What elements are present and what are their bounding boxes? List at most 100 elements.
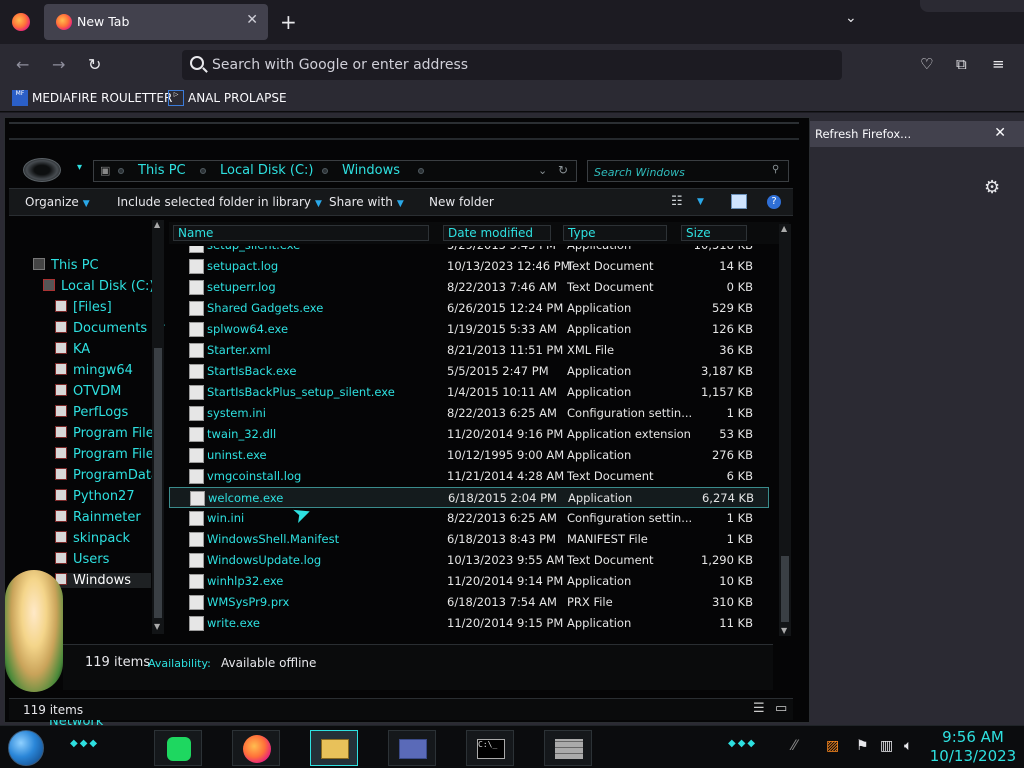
scroll-up-icon[interactable]: ▲ (154, 220, 160, 229)
file-row[interactable]: WindowsUpdate.log 10/13/2023 9:55 AM Text … (169, 550, 769, 571)
file-row[interactable]: write.exe 11/20/2014 9:15 PM Application 11… (169, 613, 769, 634)
start-orb-icon[interactable] (8, 730, 44, 766)
url-bar[interactable] (182, 50, 842, 80)
breadcrumb-separator-icon[interactable] (200, 168, 206, 174)
firefox-logo-icon[interactable] (12, 13, 30, 31)
column-header-type[interactable]: Type (563, 225, 667, 241)
extensions-icon[interactable]: ⧉ (956, 55, 967, 73)
tree-folder-item[interactable]: OTVDM (55, 384, 121, 399)
file-row[interactable]: system.ini 8/22/2013 6:25 AM Configuration… (169, 403, 769, 424)
breadcrumb-separator-icon[interactable] (322, 168, 328, 174)
gear-icon[interactable]: ⚙ (984, 177, 1000, 198)
file-row[interactable]: StartIsBack.exe 5/5/2015 2:47 PM Applicati… (169, 361, 769, 382)
taskbar-clock[interactable]: 9:56 AM 10/13/2023 (928, 728, 1018, 766)
scrollbar-thumb[interactable] (781, 556, 789, 622)
file-row[interactable]: uninst.exe 10/12/1995 9:00 AM Application 2… (169, 445, 769, 466)
back-arrow-icon[interactable]: ← (16, 55, 29, 74)
file-row[interactable]: StartIsBackPlus_setup_silent.exe 1/4/2015… (169, 382, 769, 403)
share-with-button[interactable]: Share with ▼ (329, 195, 404, 209)
taskbar-app-button[interactable] (388, 730, 436, 766)
file-list-scrollbar[interactable]: ▲ ▼ (779, 224, 791, 636)
refresh-firefox-notification[interactable]: Refresh Firefox... ✕ (806, 121, 1024, 147)
preview-pane-icon[interactable] (731, 194, 747, 209)
chevron-down-icon[interactable]: ▼ (697, 197, 704, 207)
tree-local-disk[interactable]: Local Disk (C:) (43, 279, 154, 294)
details-view-icon[interactable]: ☰ (753, 701, 765, 716)
file-row[interactable]: setupact.log 10/13/2023 12:46 PM Text Docu… (169, 256, 769, 277)
dropdown-arrow-icon[interactable]: ▾ (77, 162, 82, 173)
include-library-button[interactable]: Include selected folder in library ▼ (117, 195, 322, 209)
address-dropdown-icon[interactable]: ⌄ (538, 164, 547, 177)
breadcrumb-local-disk[interactable]: Local Disk (C:) (220, 163, 313, 178)
scrollbar-thumb[interactable] (154, 348, 162, 618)
breadcrumb-windows[interactable]: Windows (342, 163, 400, 178)
forward-arrow-icon[interactable]: → (52, 55, 65, 74)
view-options-icon[interactable]: ☷ (671, 194, 683, 209)
organize-button[interactable]: Organize ▼ (25, 195, 90, 209)
new-folder-button[interactable]: New folder (429, 195, 494, 209)
tree-folder-item[interactable]: ProgramData (55, 468, 159, 483)
tree-folder-item[interactable]: Users (55, 552, 109, 567)
refresh-icon[interactable]: ↻ (558, 163, 568, 177)
taskbar-spotify-button[interactable] (154, 730, 202, 766)
bookmark-mediafire[interactable]: MF MEDIAFIRE ROULETTER (12, 90, 172, 106)
large-icons-view-icon[interactable]: ▭ (775, 701, 787, 716)
file-row[interactable]: splwow64.exe 1/19/2015 5:33 AM Application… (169, 319, 769, 340)
tree-folder-item[interactable]: Python27 (55, 489, 135, 504)
breadcrumb-separator-icon[interactable] (418, 168, 424, 174)
file-row[interactable]: win.ini 8/22/2013 6:25 AM Configuration se… (169, 508, 769, 529)
scroll-down-icon[interactable]: ▼ (781, 626, 787, 635)
file-row[interactable]: WindowsShell.Manifest 6/18/2013 8:43 PM MA… (169, 529, 769, 550)
tray-expand-icon[interactable]: ⁄⁄ (792, 738, 797, 754)
tree-folder-item[interactable]: skinpack (55, 531, 130, 546)
back-forward-orb-icon[interactable] (23, 158, 61, 182)
pocket-icon[interactable]: ♡ (920, 55, 933, 73)
tree-folder-item[interactable]: Program Files (55, 426, 161, 441)
tray-app-icon[interactable]: ▨ (826, 738, 839, 754)
tree-folder-item[interactable]: Documents ar (55, 321, 165, 336)
breadcrumb-separator-icon[interactable] (118, 168, 124, 174)
nav-pane-scrollbar[interactable]: ▲ ▼ (152, 220, 164, 634)
file-row[interactable]: twain_32.dll 11/20/2014 9:16 PM Applicatio… (169, 424, 769, 445)
breadcrumb-this-pc[interactable]: This PC (138, 163, 186, 178)
taskbar-explorer-button[interactable] (310, 730, 358, 766)
taskbar-firefox-button[interactable] (232, 730, 280, 766)
column-header-size[interactable]: Size (681, 225, 747, 241)
tree-folder-item[interactable]: Rainmeter (55, 510, 141, 525)
tree-folder-item[interactable]: [Files] (55, 300, 112, 315)
taskbar-firewall-button[interactable] (544, 730, 592, 766)
action-center-flag-icon[interactable]: ⚑ (856, 738, 869, 754)
file-row[interactable]: Shared Gadgets.exe 6/26/2015 12:24 PM Appl… (169, 298, 769, 319)
help-icon[interactable]: ? (767, 195, 781, 209)
list-all-tabs-chevron-icon[interactable]: ⌄ (845, 10, 857, 26)
tree-folder-item[interactable]: PerfLogs (55, 405, 128, 420)
tree-folder-item[interactable]: KA (55, 342, 90, 357)
url-input[interactable] (212, 55, 812, 75)
file-row[interactable]: WMSysPr9.prx 6/18/2013 7:54 AM PRX File 310… (169, 592, 769, 613)
scroll-up-icon[interactable]: ▲ (781, 224, 787, 233)
file-row[interactable]: setup_silent.exe 5/29/2015 5:45 PM Applica… (169, 246, 769, 256)
file-row[interactable]: winhlp32.exe 11/20/2014 9:14 PM Applicatio… (169, 571, 769, 592)
tree-folder-item[interactable]: Windows (55, 573, 151, 588)
tree-folder-item[interactable]: Program Files (55, 447, 161, 462)
explorer-search-input[interactable] (594, 164, 774, 180)
column-header-name[interactable]: Name (173, 225, 429, 241)
reload-icon[interactable]: ↻ (88, 55, 101, 74)
tree-this-pc[interactable]: This PC (33, 258, 99, 273)
file-row[interactable]: setuperr.log 8/22/2013 7:46 AM Text Docume… (169, 277, 769, 298)
column-header-date[interactable]: Date modified (443, 225, 551, 241)
new-tab-plus-icon[interactable]: + (280, 10, 297, 34)
tree-folder-item[interactable]: mingw64 (55, 363, 133, 378)
scroll-down-icon[interactable]: ▼ (154, 622, 160, 631)
explorer-search-box[interactable]: ⚲ (587, 160, 789, 182)
tab-new-tab[interactable]: New Tab ✕ (44, 4, 268, 40)
taskbar-cmd-button[interactable]: C:\_ (466, 730, 514, 766)
menu-hamburger-icon[interactable]: ≡ (992, 55, 1005, 73)
file-row[interactable]: vmgcoinstall.log 11/21/2014 4:28 AM Text D… (169, 466, 769, 487)
network-icon[interactable]: ▥ (880, 738, 893, 754)
file-row[interactable]: welcome.exe 6/18/2015 2:04 PM Application 6… (169, 487, 769, 508)
file-row[interactable]: Starter.xml 8/21/2013 11:51 PM XML File 36 … (169, 340, 769, 361)
volume-icon[interactable]: 🔈︎ (904, 738, 912, 754)
close-tab-icon[interactable]: ✕ (246, 12, 258, 28)
address-breadcrumb[interactable]: ▣ This PC Local Disk (C:) Windows ⌄ ↻ (93, 160, 577, 182)
